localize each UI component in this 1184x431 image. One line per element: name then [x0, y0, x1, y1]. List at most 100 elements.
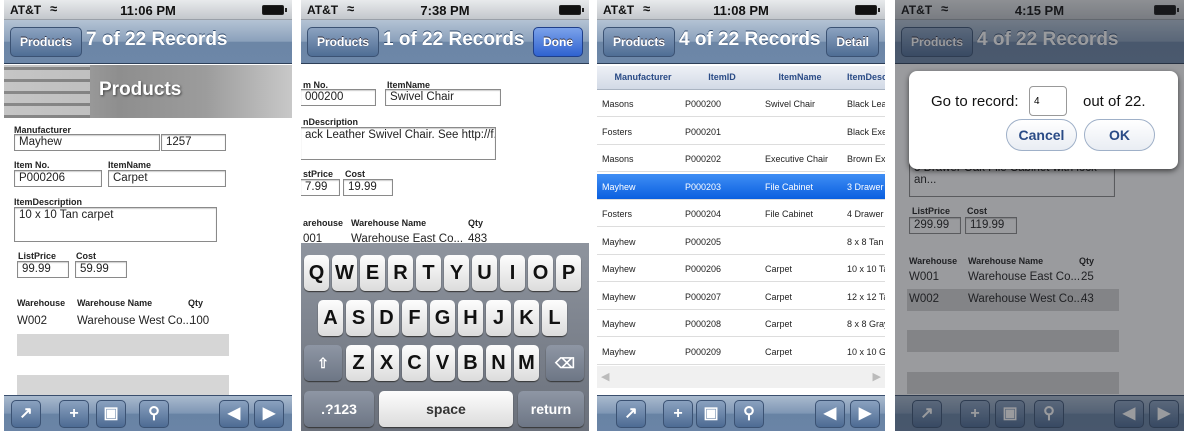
ok-button[interactable]: OK	[1084, 119, 1155, 151]
key-b[interactable]: B	[458, 345, 483, 381]
key-d[interactable]: D	[374, 300, 399, 336]
table-row[interactable]: Masons P000200 Swivel Chair Black Leat	[597, 91, 885, 117]
key-y[interactable]: Y	[444, 255, 469, 291]
products-back-button[interactable]: Products	[307, 27, 380, 57]
listprice-field[interactable]: 99.99	[17, 261, 69, 278]
key-n[interactable]: N	[486, 345, 511, 381]
table-row[interactable]: Mayhew P000205 8 x 8 Tan c	[597, 229, 885, 255]
right-arrow-icon: ▶	[858, 405, 872, 422]
key-f[interactable]: F	[402, 300, 427, 336]
key-o[interactable]: O	[528, 255, 553, 291]
detail-button[interactable]: Detail	[826, 27, 879, 57]
listprice-label: stPrice	[303, 169, 334, 179]
key-r[interactable]: R	[388, 255, 413, 291]
manufacturer-id-field[interactable]: 1257	[161, 134, 226, 151]
itemname-field[interactable]: Carpet	[108, 170, 226, 187]
key-j[interactable]: J	[486, 300, 511, 336]
key-z[interactable]: Z	[346, 345, 371, 381]
previous-button[interactable]: ◀	[219, 400, 249, 428]
table-row[interactable]: Mayhew P000207 Carpet 12 x 12 Ta	[597, 284, 885, 310]
status-bar: AT&T ≈ 11:08 PM	[597, 0, 885, 20]
space-key[interactable]: space	[379, 391, 513, 427]
description-field[interactable]: ack Leather Swivel Chair. See http://f..…	[301, 127, 496, 160]
key-w[interactable]: W	[332, 255, 357, 291]
key-p[interactable]: P	[556, 255, 581, 291]
page-title: 4 of 22 Records	[679, 29, 821, 50]
add-button[interactable]: +	[59, 400, 89, 428]
key-q[interactable]: Q	[304, 255, 329, 291]
key-c[interactable]: C	[402, 345, 427, 381]
table-row[interactable]: Mayhew P000206 Carpet 10 x 10 Ta	[597, 256, 885, 282]
delete-button[interactable]: ▣	[696, 400, 726, 428]
key-x[interactable]: X	[374, 345, 399, 381]
delete-button[interactable]: ▣	[96, 400, 126, 428]
table-cell: 8 x 8 Tan c	[847, 236, 885, 247]
key-v[interactable]: V	[430, 345, 455, 381]
key-u[interactable]: U	[472, 255, 497, 291]
table-cell: Mayhew	[602, 181, 636, 192]
add-button[interactable]: +	[663, 400, 693, 428]
key-a[interactable]: A	[318, 300, 343, 336]
key-h[interactable]: H	[458, 300, 483, 336]
shift-key[interactable]: ⇧	[304, 345, 342, 381]
export-button[interactable]: ↗	[616, 400, 646, 428]
manufacturer-field[interactable]: Mayhew	[14, 134, 160, 151]
backspace-key[interactable]: ⌫	[546, 345, 584, 381]
previous-button[interactable]: ◀	[815, 400, 845, 428]
cost-field[interactable]: 59.99	[75, 261, 127, 278]
record-number-input[interactable]: 4	[1029, 86, 1067, 116]
scroll-left-icon[interactable]: ◀	[601, 370, 609, 383]
search-button[interactable]: ⚲	[734, 400, 764, 428]
horizontal-scrollbar[interactable]: ◀ ▶	[597, 366, 885, 388]
cancel-button[interactable]: Cancel	[1006, 119, 1077, 151]
key-k[interactable]: K	[514, 300, 539, 336]
key-m[interactable]: M	[514, 345, 539, 381]
products-back-button[interactable]: Products	[603, 27, 676, 57]
table-cell: P000203	[685, 181, 722, 192]
battery-icon	[559, 5, 584, 15]
itemno-field[interactable]: P000206	[14, 170, 102, 187]
key-l[interactable]: L	[542, 300, 567, 336]
column-header-itemid[interactable]: ItemID	[692, 72, 752, 82]
screen-record-list: AT&T ≈ 11:08 PM Products 4 of 22 Records…	[597, 0, 885, 431]
empty-row[interactable]	[17, 334, 229, 356]
next-button[interactable]: ▶	[850, 400, 880, 428]
column-header-itemdesc[interactable]: ItemDesc	[847, 72, 885, 82]
export-icon: ↗	[19, 405, 33, 422]
warehouse-cell: W002	[17, 315, 48, 327]
column-header-manufacturer[interactable]: Manufacturer	[607, 72, 679, 82]
status-time: 11:06 PM	[120, 3, 176, 18]
nav-bar: Products 7 of 22 Records	[4, 20, 292, 64]
export-button[interactable]: ↗	[11, 400, 41, 428]
itemname-field[interactable]: Swivel Chair	[385, 89, 501, 106]
modal-overlay	[895, 0, 1184, 431]
return-key[interactable]: return	[518, 391, 584, 427]
shift-icon: ⇧	[317, 355, 329, 371]
products-banner: Products	[4, 65, 292, 118]
empty-row[interactable]	[17, 375, 229, 397]
itemno-field[interactable]: 000200	[301, 89, 376, 106]
table-row[interactable]: Mayhew P000208 Carpet 8 x 8 Gray	[597, 311, 885, 337]
key-g[interactable]: G	[430, 300, 455, 336]
table-row[interactable]: Mayhew P000209 Carpet 10 x 10 Gr	[597, 339, 885, 365]
next-button[interactable]: ▶	[254, 400, 284, 428]
key-t[interactable]: T	[416, 255, 441, 291]
key-s[interactable]: S	[346, 300, 371, 336]
table-row[interactable]: Mayhew P000203 File Cabinet 3 Drawer O	[597, 173, 885, 200]
done-button[interactable]: Done	[533, 27, 583, 57]
listprice-field[interactable]: 7.99	[301, 179, 340, 196]
key-e[interactable]: E	[360, 255, 385, 291]
key-i[interactable]: I	[500, 255, 525, 291]
table-cell: Carpet	[765, 291, 793, 302]
search-button[interactable]: ⚲	[139, 400, 169, 428]
description-field[interactable]: 10 x 10 Tan carpet	[14, 207, 217, 242]
numbers-key[interactable]: .?123	[304, 391, 374, 427]
scroll-right-icon[interactable]: ▶	[873, 370, 881, 383]
cost-field[interactable]: 19.99	[343, 179, 393, 196]
column-header-itemname[interactable]: ItemName	[765, 72, 835, 82]
table-cell: Fosters	[602, 209, 633, 219]
table-row[interactable]: Fosters P000201 Black Exec	[597, 119, 885, 145]
table-row[interactable]: Masons P000202 Executive Chair Brown Exe	[597, 146, 885, 172]
products-back-button[interactable]: Products	[10, 27, 83, 57]
table-row[interactable]: Fosters P000204 File Cabinet 4 Drawer O	[597, 201, 885, 227]
